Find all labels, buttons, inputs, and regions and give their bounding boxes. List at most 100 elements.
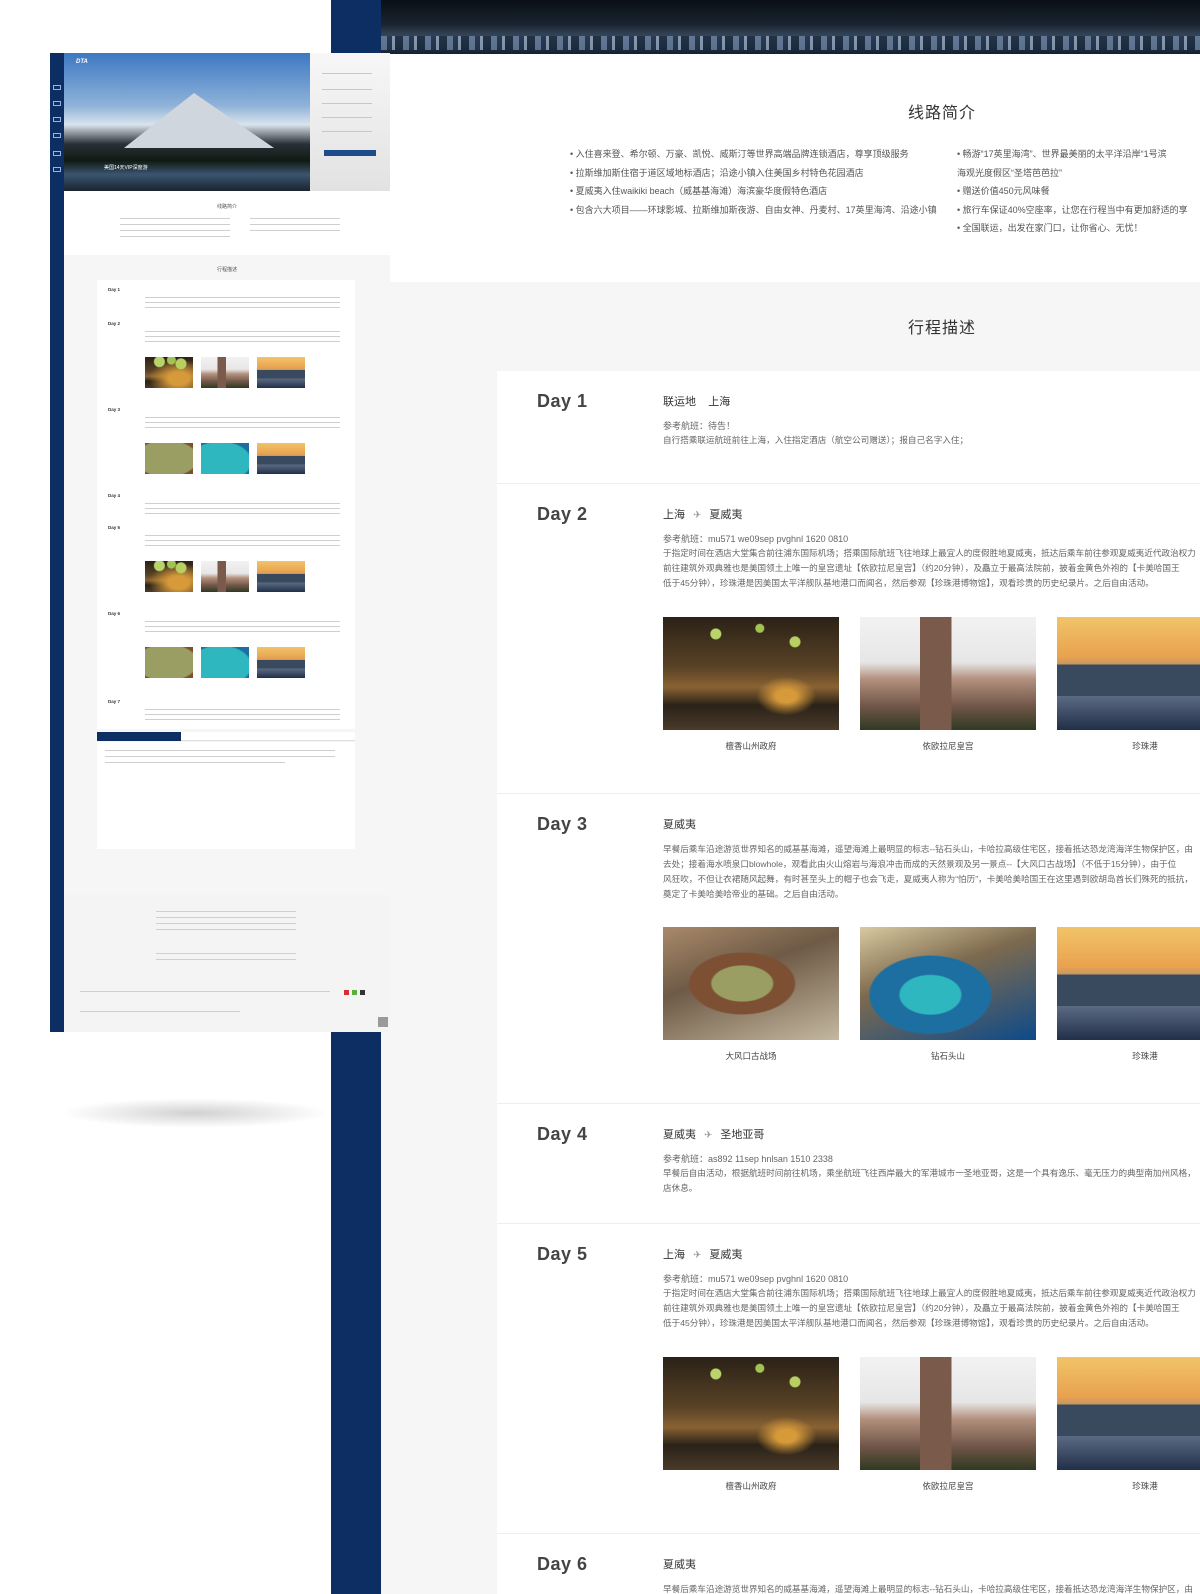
preview-text-line: [145, 297, 340, 298]
nav-icon[interactable]: [53, 133, 61, 138]
preview-itinerary-title: 行程描述: [216, 267, 237, 273]
route-from: 夏威夷: [663, 1559, 696, 1571]
route-intro-item: • 拉斯维加斯住宿于道区域地标酒店；沿途小镇入住美国乡村特色花园酒店: [570, 167, 864, 178]
preview-day-label: Day 7: [108, 699, 121, 704]
preview-day-label: Day 1: [108, 287, 121, 292]
preview-text-line: [145, 535, 340, 536]
wechat-icon[interactable]: [352, 990, 357, 995]
day-description: 于指定时间在酒店大堂集合前往浦东国际机场；搭乘国际航班飞往地球上最宜人的度假胜地…: [663, 548, 1196, 588]
photo-caption: 依欧拉尼皇宫: [922, 1481, 974, 1491]
flight-reference: 参考航班：mu571 we09sep pvghnl 1620 0810: [663, 534, 849, 544]
photo-caption: 钻石头山: [930, 1051, 965, 1061]
route-intro-list-left: • 入住喜来登、希尔顿、万豪、凯悦、威斯汀等世界高端品牌连锁酒店，尊享顶级服务 •…: [570, 145, 937, 219]
preview-text-line: [145, 427, 340, 428]
day-route: 联运地 上海: [663, 393, 730, 409]
day-label: Day 2: [537, 504, 588, 524]
preview-tabs[interactable]: [97, 732, 355, 741]
preview-text-line: [145, 545, 340, 546]
photo-caption: 珍珠港: [1132, 1051, 1158, 1061]
preview-text-line: [145, 508, 340, 509]
route-from: 夏威夷: [663, 819, 696, 831]
preview-text-line: [145, 417, 340, 418]
preview-footer: [64, 895, 390, 1032]
preview-text-line: [145, 631, 340, 632]
preview-day-label: Day 6: [108, 611, 121, 616]
preview-photo: [145, 561, 193, 592]
flight-reference: 参考航班：mu571 we09sep pvghnl 1620 0810: [663, 1274, 849, 1284]
share-icon[interactable]: [360, 990, 365, 995]
nav-icon[interactable]: [53, 167, 61, 172]
route-to: 圣地亚哥: [720, 1129, 765, 1141]
preview-day-label: Day 2: [108, 321, 121, 326]
day-card: Day 2 上海 ✈ 夏威夷 参考航班：mu571 we09sep pvghnl 162…: [497, 484, 1200, 794]
day-description: 早餐后乘车沿途游览世界知名的威基基海滩，遥望海滩上最明显的标志--钻石头山，卡哈…: [663, 844, 1193, 899]
day-label: Day 1: [537, 391, 588, 411]
preview-photo: [257, 647, 305, 678]
scroll-top-button[interactable]: [378, 1017, 388, 1027]
photo-caption: 檀香山州政府: [725, 741, 777, 751]
photo-caption: 珍珠港: [1132, 1481, 1158, 1491]
nav-icon[interactable]: [53, 101, 61, 106]
preview-photo: [201, 443, 249, 474]
photo-caption: 珍珠港: [1132, 741, 1158, 751]
preview-logo: DTA: [76, 59, 88, 65]
day-card: Day 6 夏威夷 早餐后乘车沿途游览世界知名的威基基海滩，遥望海滩上最明显的标志-…: [497, 1534, 1200, 1594]
day-description: 自行搭乘联运航班前往上海，入住指定酒店（航空公司赠送）；报自己名字入住；: [663, 435, 969, 445]
preview-intro-title: 线路简介: [216, 204, 237, 210]
preview-text-line: [145, 336, 340, 337]
preview-notes: [97, 742, 355, 772]
nav-icon[interactable]: [53, 151, 61, 156]
attraction-photo: [1057, 927, 1200, 1040]
attraction-photo: [1057, 617, 1200, 730]
attraction-photo: [663, 617, 839, 730]
preview-text-line: [145, 302, 340, 303]
attraction-photo: [860, 1357, 1036, 1470]
preview-text-line: [145, 341, 340, 342]
nav-icon[interactable]: [53, 85, 61, 90]
route-to: 夏威夷: [709, 509, 743, 521]
day-route: 夏威夷 ✈ 圣地亚哥: [663, 1126, 764, 1142]
page-preview: DTA 美国14天VIP深度游 线路简介 行程描述 Day 1 Day 2 Day …: [50, 53, 390, 1032]
preview-text-line: [145, 307, 340, 308]
route-intro-item: • 全国联运，出发在家门口，让你省心、无忧！: [957, 223, 1143, 233]
preview-hero-image: DTA 美国14天VIP深度游: [64, 53, 310, 191]
preview-photo: [145, 443, 193, 474]
weibo-icon[interactable]: [344, 990, 349, 995]
preview-text-line: [145, 714, 340, 715]
day-card: Day 3 夏威夷早餐后乘车沿途游览世界知名的威基基海滩，遥望海滩上最明显的标志-…: [497, 794, 1200, 1104]
route-intro-item: • 入住喜来登、希尔顿、万豪、凯悦、威斯汀等世界高端品牌连锁酒店，尊享顶级服务: [570, 149, 909, 159]
day-description: 早餐后自由活动，根据航班时间前往机场，乘坐航班飞往西岸最大的军港城市一圣地亚哥，…: [663, 1168, 1196, 1193]
route-intro-title: 线路简介: [908, 105, 977, 122]
preview-day-label: Day 5: [108, 525, 121, 530]
photo-caption: 大风口古战场: [725, 1051, 777, 1061]
plane-icon: ✈: [693, 510, 702, 521]
route-intro-list-right: • 畅游“17英里海湾”、世界最美丽的太平洋沿岸“1号滨 海观光度假区“圣塔芭芭…: [957, 145, 1188, 238]
preview-text-line: [145, 503, 340, 504]
day-card: Day 1 联运地 上海 参考航班：待告！ 自行搭乘联运航班前往上海，入住指定酒店（航…: [497, 371, 1200, 484]
preview-day-label: Day 4: [108, 493, 121, 498]
route-intro-item: • 畅游“17英里海湾”、世界最美丽的太平洋沿岸“1号滨: [957, 149, 1167, 159]
day-description: 早餐后乘车沿途游览世界知名的威基基海滩，遥望海滩上最明显的标志--钻石头山，卡哈…: [663, 1584, 1193, 1594]
day-label: Day 5: [537, 1244, 588, 1264]
nav-icon[interactable]: [53, 117, 61, 122]
photo-caption: 檀香山州政府: [725, 1481, 777, 1491]
preview-text-line: [145, 331, 340, 332]
route-intro-item: 海观光度假区“圣塔芭芭拉”: [957, 167, 1062, 178]
day-route: 上海 ✈ 夏威夷: [663, 506, 742, 522]
day-label: Day 3: [537, 814, 588, 834]
preview-book-button[interactable]: [324, 150, 376, 156]
preview-text-line: [145, 719, 340, 720]
attraction-photo: [860, 617, 1036, 730]
preview-text-line: [145, 422, 340, 423]
attraction-photo: [663, 927, 839, 1040]
preview-photo: [201, 647, 249, 678]
day-route: 夏威夷: [663, 1556, 696, 1572]
flight-reference: 参考航班：as892 11sep hnlsan 1510 2338: [663, 1154, 833, 1164]
itinerary-title: 行程描述: [908, 320, 977, 337]
preview-photo: [257, 443, 305, 474]
preview-booking-panel: [310, 53, 390, 191]
plane-icon: ✈: [704, 1130, 713, 1141]
attraction-photo: [1057, 1357, 1200, 1470]
day-description: 于指定时间在酒店大堂集合前往浦东国际机场；搭乘国际航班飞往地球上最宜人的度假胜地…: [663, 1288, 1196, 1328]
preview-text-line: [145, 540, 340, 541]
